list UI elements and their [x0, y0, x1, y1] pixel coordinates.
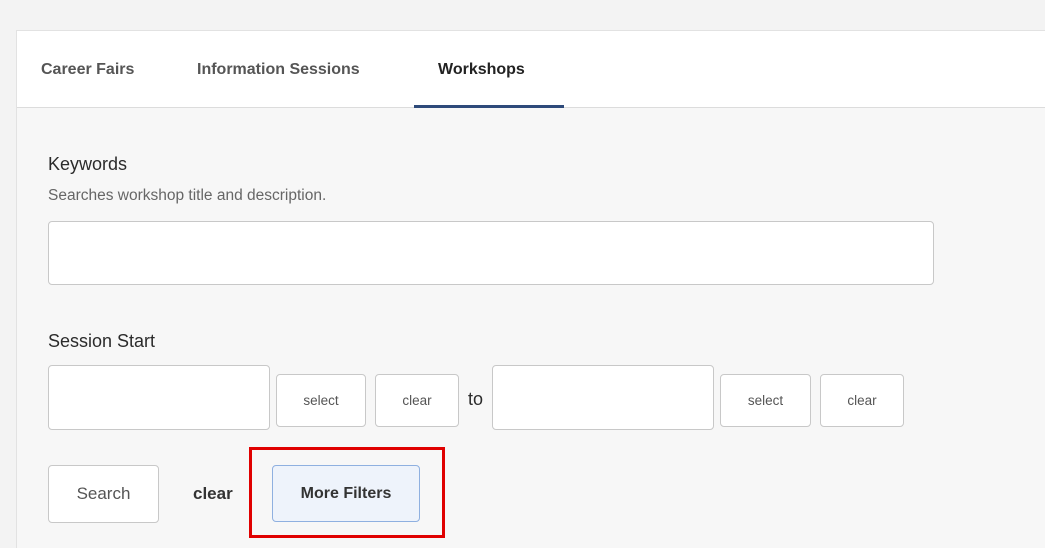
highlight-box [249, 447, 445, 538]
clear-filters-link[interactable]: clear [193, 484, 233, 504]
date-range-to-label: to [468, 389, 484, 409]
session-start-label: Session Start [48, 331, 156, 351]
keywords-label: Keywords [48, 154, 128, 174]
session-start-from-select-button[interactable]: select [276, 374, 366, 427]
active-tab-underline [414, 105, 564, 108]
session-start-to-clear-button[interactable]: clear [820, 374, 904, 427]
workshops-search-panel: Career Fairs Information Sessions Worksh… [16, 30, 1045, 548]
keywords-input[interactable] [48, 221, 934, 285]
tab-workshops[interactable]: Workshops [438, 31, 525, 108]
session-start-to-input[interactable] [492, 365, 714, 430]
session-start-from-clear-button[interactable]: clear [375, 374, 459, 427]
keywords-helper-text: Searches workshop title and description. [48, 187, 327, 204]
session-start-to-select-button[interactable]: select [720, 374, 811, 427]
tab-information-sessions[interactable]: Information Sessions [197, 31, 360, 108]
search-button[interactable]: Search [48, 465, 159, 523]
tab-career-fairs[interactable]: Career Fairs [41, 31, 134, 108]
session-start-from-input[interactable] [48, 365, 270, 430]
tab-bar: Career Fairs Information Sessions Worksh… [17, 31, 1045, 108]
